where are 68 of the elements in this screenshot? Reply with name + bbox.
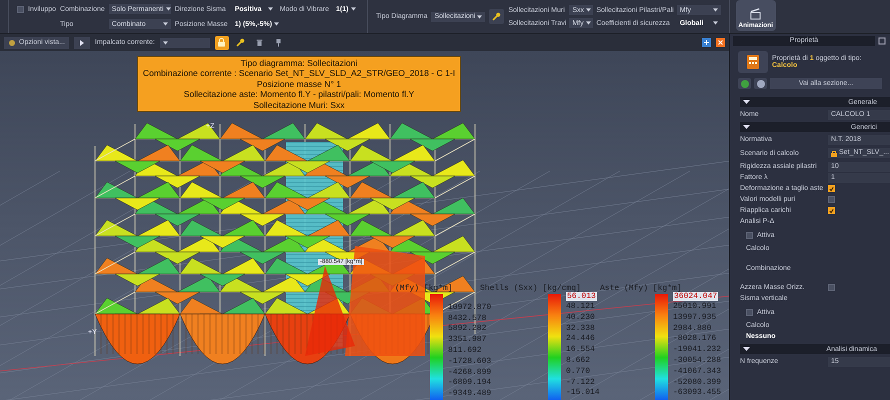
caret-icon: [351, 7, 356, 11]
arrow-button[interactable]: [74, 36, 90, 48]
checkbox[interactable]: [828, 196, 835, 203]
legend-value: -30054.288: [673, 356, 722, 367]
caret-icon: [166, 7, 171, 11]
clapperboard-icon: [749, 7, 762, 20]
back-button[interactable]: [738, 78, 751, 89]
caret-icon: [743, 347, 750, 351]
legend-value: -7.122: [566, 378, 596, 388]
legend-value: -63093.455: [673, 388, 722, 400]
checkbox[interactable]: [17, 6, 24, 12]
legend-value: -6809.194: [448, 378, 492, 390]
checkbox[interactable]: [746, 308, 753, 316]
legend-title: Shells (Sxx) [kg/cmq]: [480, 284, 581, 293]
eye-icon: [8, 38, 16, 46]
caret-icon: [162, 40, 168, 44]
legend-value: 16.554: [566, 345, 596, 356]
info-box: Tipo diagramma: Sollecitazioni Combinazione corrente : Scenario Set_NT_SLV_SLD_A2_STR/GEO_2018 - C 1-I Posizione masse N° 1 Sollecitazione aste: Momento fl.Y - pilastri/pali: Momento fl.Y Sollecitazione Muri: Sxx: [137, 56, 461, 112]
caret-icon: [743, 125, 750, 129]
legend-title: Aste (Mfy) [kg*m]: [600, 284, 682, 293]
checkbox[interactable]: [828, 284, 835, 291]
legend-value: -19041.232: [673, 345, 722, 356]
legend-value: -1728.603: [448, 356, 492, 368]
restore-icon[interactable]: [878, 36, 887, 46]
legend-value: 8.662: [566, 356, 592, 367]
wrench-icon: [235, 37, 246, 48]
legend-value: 811.692: [448, 346, 483, 357]
legend-value: -41067.343: [673, 366, 722, 378]
arrow-icon: [78, 38, 86, 46]
legend-value: -52080.399: [673, 378, 722, 388]
caret-icon: [586, 21, 591, 25]
legend-value: 13997.935: [673, 312, 718, 324]
caret-icon: [268, 7, 273, 11]
caret-icon: [274, 22, 280, 26]
lock-icon: [831, 150, 837, 156]
legend-value: 48.121: [566, 302, 596, 313]
legend-value: -4268.899: [448, 368, 492, 378]
checkbox[interactable]: [828, 185, 835, 192]
checkbox[interactable]: [828, 207, 835, 214]
legend-value: 24.446: [566, 334, 596, 346]
caret-icon: [477, 14, 482, 18]
caret-icon: [162, 22, 168, 26]
legend-value: -8028.176: [673, 334, 718, 346]
wrench-icon: [491, 11, 502, 22]
legend-value: 3351.987: [448, 335, 488, 346]
caret-icon: [743, 100, 750, 104]
plus-icon[interactable]: [702, 38, 711, 47]
lock-icon: [216, 37, 228, 48]
wrench-button[interactable]: [489, 9, 504, 24]
legend-value: 0.770: [566, 366, 592, 378]
legend-value: 56.013: [566, 292, 597, 301]
legend-value: -15.014: [566, 388, 600, 400]
legend-value: 32.338: [566, 324, 596, 334]
caret-icon: [712, 8, 718, 12]
legend-value: -9349.489: [448, 389, 492, 400]
legend-title: (Mfy) [kg*m]: [395, 284, 453, 293]
checkbox[interactable]: [746, 232, 753, 238]
caret-icon: [712, 21, 718, 25]
legend-value: 25010.991: [673, 302, 718, 313]
forward-button[interactable]: [754, 78, 767, 89]
legend-value: 36024.047: [673, 292, 718, 301]
trash-icon: [254, 37, 266, 48]
caret-icon: [586, 8, 591, 12]
toolbar-button[interactable]: [214, 36, 229, 50]
calculator-icon: [747, 55, 759, 69]
close-icon[interactable]: [716, 38, 725, 47]
legend-value: 2984.880: [673, 324, 712, 334]
legend-value: 40.230: [566, 312, 596, 324]
